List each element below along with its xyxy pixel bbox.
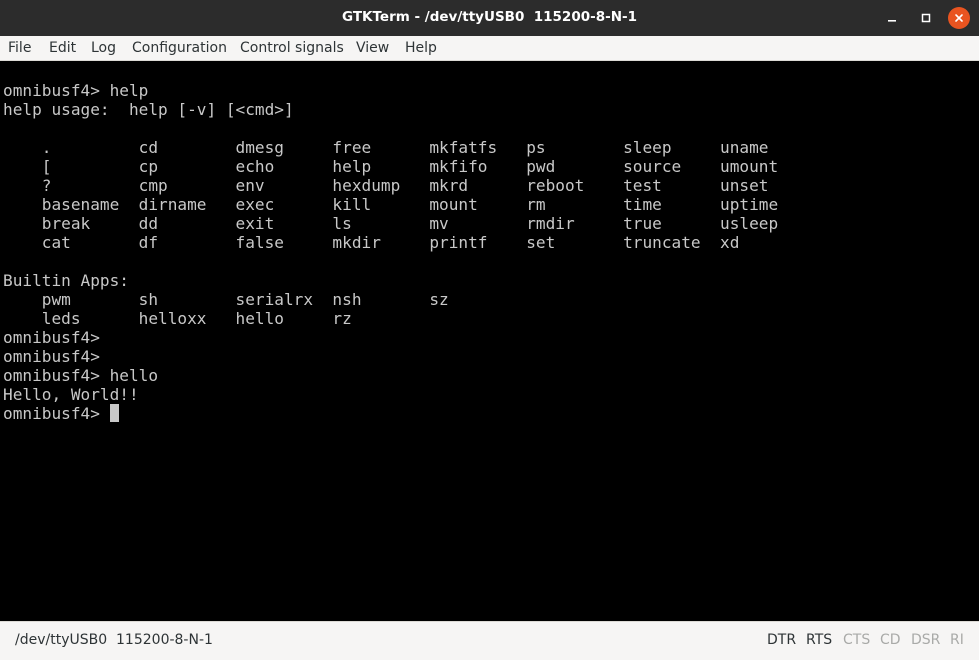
menu-view[interactable]: View <box>356 40 389 56</box>
window-title: GTKTerm - /dev/ttyUSB0 115200-8-N-1 <box>341 9 638 25</box>
status-bar: /dev/ttyUSB0 115200-8-N-1 DTR RTS CTS CD… <box>0 621 979 660</box>
maximize-button[interactable] <box>914 6 938 30</box>
menu-bar: File Edit Log Configuration Control sign… <box>0 36 979 61</box>
signal-dtr: DTR <box>767 632 797 648</box>
menu-log[interactable]: Log <box>91 40 116 56</box>
signal-cd: CD <box>880 632 901 648</box>
signal-rts: RTS <box>806 632 833 648</box>
minimize-icon <box>888 20 896 22</box>
signal-ri: RI <box>950 632 964 648</box>
menu-control-signals[interactable]: Control signals <box>240 40 344 56</box>
menu-help[interactable]: Help <box>405 40 437 56</box>
title-bar[interactable]: GTKTerm - /dev/ttyUSB0 115200-8-N-1 <box>0 0 979 36</box>
signal-dsr: DSR <box>911 632 941 648</box>
signal-cts: CTS <box>843 632 871 648</box>
minimize-button[interactable] <box>880 6 904 30</box>
close-icon <box>955 14 963 22</box>
maximize-icon <box>921 13 931 23</box>
terminal-output: omnibusf4> help help usage: help [-v] [<… <box>3 81 778 423</box>
menu-configuration[interactable]: Configuration <box>132 40 227 56</box>
close-button[interactable] <box>948 7 970 29</box>
menu-file[interactable]: File <box>8 40 31 56</box>
port-settings-label: /dev/ttyUSB0 115200-8-N-1 <box>15 632 213 648</box>
terminal-history: omnibusf4> help help usage: help [-v] [<… <box>3 81 779 404</box>
terminal-prompt: omnibusf4> <box>3 404 110 423</box>
terminal-area[interactable]: omnibusf4> help help usage: help [-v] [<… <box>0 61 979 621</box>
text-cursor <box>109 404 119 422</box>
gtkterm-window: GTKTerm - /dev/ttyUSB0 115200-8-N-1 File… <box>0 0 979 660</box>
menu-edit[interactable]: Edit <box>49 40 76 56</box>
